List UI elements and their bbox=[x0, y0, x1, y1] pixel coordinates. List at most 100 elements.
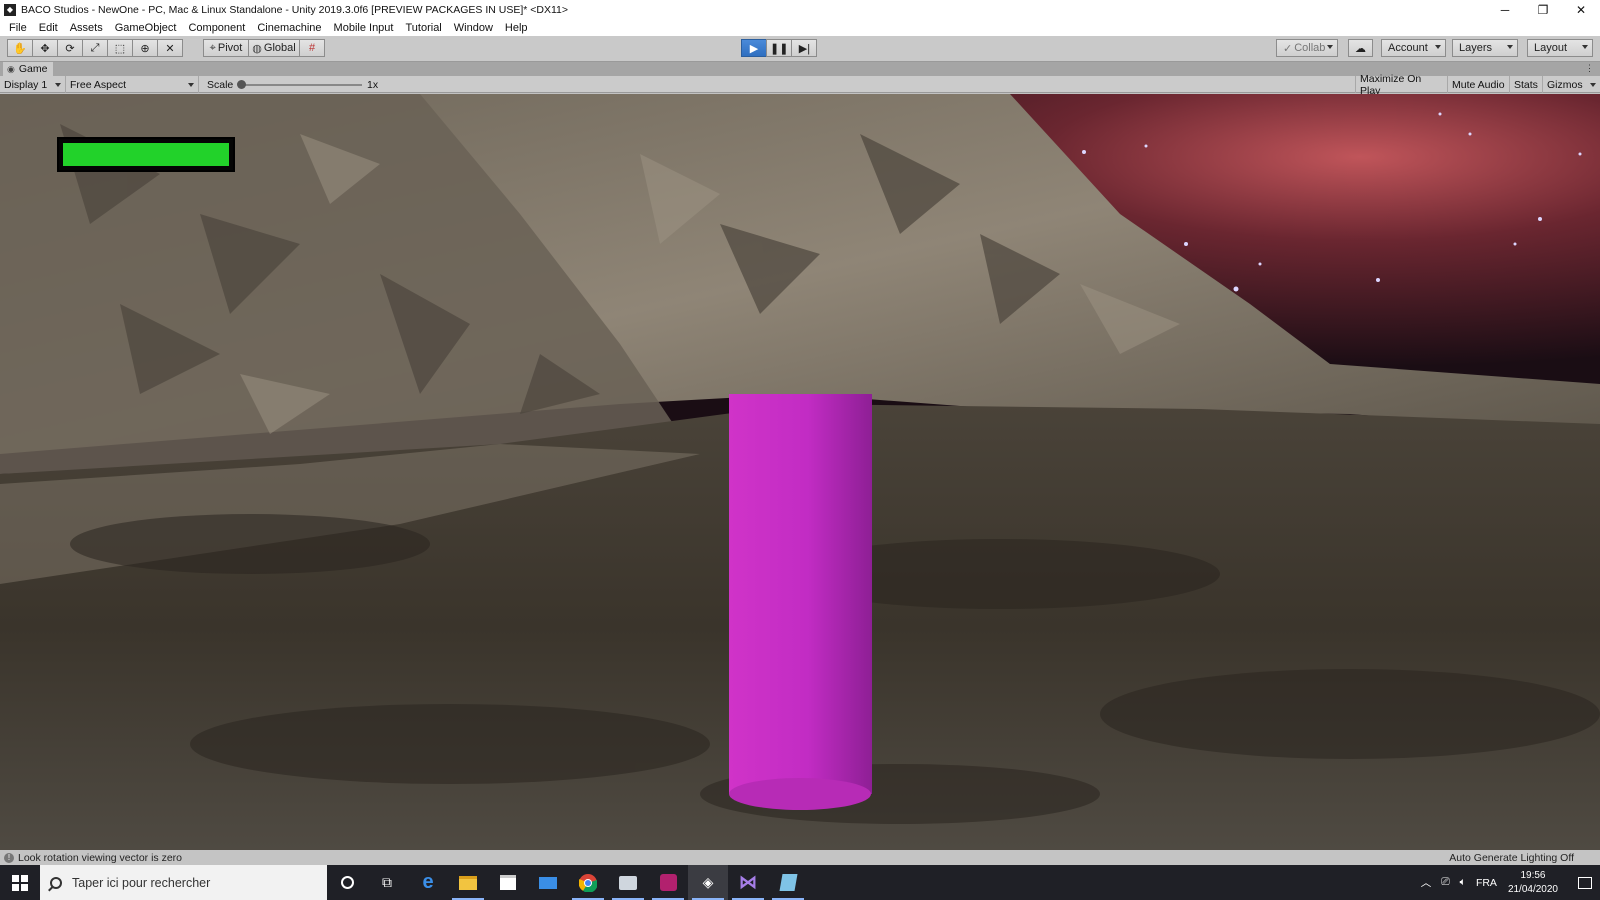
stats-toggle[interactable]: Stats bbox=[1510, 76, 1543, 93]
menu-edit[interactable]: Edit bbox=[33, 22, 64, 34]
mail-icon bbox=[539, 876, 557, 889]
scale-label: Scale bbox=[207, 78, 234, 91]
hand-tool-button[interactable]: ✋ bbox=[7, 39, 33, 57]
account-label: Account bbox=[1388, 42, 1428, 54]
info-icon: ! bbox=[4, 852, 14, 863]
game-viewport[interactable] bbox=[0, 94, 1600, 850]
close-button[interactable]: ✕ bbox=[1562, 0, 1600, 19]
layers-dropdown[interactable]: Layers bbox=[1452, 39, 1518, 57]
scale-slider[interactable] bbox=[240, 84, 362, 86]
start-button[interactable] bbox=[0, 865, 40, 900]
visual-studio-app[interactable]: ⋈ bbox=[728, 865, 768, 900]
account-dropdown[interactable]: Account bbox=[1381, 39, 1446, 57]
maximize-on-play-toggle[interactable]: Maximize On Play bbox=[1355, 73, 1448, 97]
menu-help[interactable]: Help bbox=[499, 22, 534, 34]
store-app[interactable] bbox=[488, 865, 528, 900]
aspect-label: Free Aspect bbox=[70, 78, 127, 91]
chevron-down-icon bbox=[1582, 45, 1588, 49]
tools-icon: ✕ bbox=[165, 42, 175, 55]
mute-audio-toggle[interactable]: Mute Audio bbox=[1448, 76, 1510, 93]
taskbar-search[interactable]: Taper ici pour rechercher bbox=[40, 865, 327, 900]
cloud-button[interactable]: ☁ bbox=[1348, 39, 1373, 57]
printer-app[interactable] bbox=[608, 865, 648, 900]
volume-icon[interactable]: 🔈︎ bbox=[1460, 876, 1466, 889]
rotate-tool-button[interactable]: ⟳ bbox=[57, 39, 83, 57]
play-button[interactable]: ▶ bbox=[741, 39, 767, 57]
layout-label: Layout bbox=[1534, 42, 1568, 54]
search-placeholder: Taper ici pour rechercher bbox=[72, 875, 211, 890]
game-view-toolbar: Display 1 Free Aspect Scale 1x Maximize … bbox=[0, 73, 1600, 97]
edge-app[interactable]: e bbox=[408, 865, 448, 900]
hand-icon: ✋ bbox=[13, 42, 27, 55]
player-cylinder bbox=[729, 394, 872, 794]
menu-window[interactable]: Window bbox=[448, 22, 499, 34]
status-bar: ! Look rotation viewing vector is zero A… bbox=[0, 850, 1600, 865]
more-options-icon[interactable]: ⋮ bbox=[1585, 63, 1594, 74]
display-dropdown[interactable]: Display 1 bbox=[0, 76, 66, 93]
layout-dropdown[interactable]: Layout bbox=[1527, 39, 1593, 57]
rect-tool-button[interactable]: ⬚ bbox=[107, 39, 133, 57]
cortana-button[interactable] bbox=[327, 865, 367, 900]
console-message[interactable]: Look rotation viewing vector is zero bbox=[18, 852, 182, 864]
scale-tool-button[interactable]: ⤢ bbox=[82, 39, 108, 57]
clock[interactable]: 19:56 21/04/2020 bbox=[1508, 869, 1558, 897]
search-icon bbox=[50, 876, 62, 889]
chevron-down-icon bbox=[1507, 45, 1513, 49]
cloud-icon: ☁ bbox=[1355, 42, 1366, 55]
task-view-icon: ⧉ bbox=[382, 874, 392, 890]
network-icon[interactable]: ⎚ bbox=[1441, 876, 1449, 889]
minimize-button[interactable]: ─ bbox=[1486, 0, 1524, 19]
unity-app[interactable]: ◈ bbox=[688, 865, 728, 900]
scale-value: 1x bbox=[367, 78, 379, 91]
menu-file[interactable]: File bbox=[3, 22, 33, 34]
health-bar-fill bbox=[63, 143, 229, 166]
chrome-app[interactable] bbox=[568, 865, 608, 900]
snap-button[interactable]: # bbox=[299, 39, 325, 57]
transform-tool-button[interactable]: ⊕ bbox=[132, 39, 158, 57]
menu-gameobject[interactable]: GameObject bbox=[109, 22, 183, 34]
restore-button[interactable]: ❐ bbox=[1524, 0, 1562, 19]
move-tool-button[interactable]: ✥ bbox=[32, 39, 58, 57]
transform-icon: ⊕ bbox=[140, 42, 150, 55]
notes-icon bbox=[779, 874, 797, 891]
media-icon bbox=[659, 874, 677, 891]
scale-slider-knob[interactable] bbox=[237, 80, 246, 89]
menu-assets[interactable]: Assets bbox=[64, 22, 109, 34]
media-app[interactable] bbox=[648, 865, 688, 900]
file-explorer-app[interactable] bbox=[448, 865, 488, 900]
chrome-icon bbox=[579, 873, 597, 892]
windows-taskbar: Taper ici pour rechercher ⧉ e ◈ ⋈ ︿ ⎚ 🔈︎… bbox=[0, 865, 1600, 900]
globe-icon: ◍ bbox=[252, 42, 262, 55]
play-icon: ▶ bbox=[749, 42, 759, 55]
pivot-toggle[interactable]: ⌖ Pivot bbox=[203, 39, 249, 57]
global-label: Global bbox=[263, 42, 296, 54]
edge-icon: e bbox=[422, 871, 434, 893]
gizmos-label: Gizmos bbox=[1547, 78, 1583, 91]
window-title: BACO Studios - NewOne - PC, Mac & Linux … bbox=[21, 3, 569, 16]
pause-button[interactable]: ❚❚ bbox=[766, 39, 793, 57]
menu-tutorial[interactable]: Tutorial bbox=[399, 22, 447, 34]
menu-bar: File Edit Assets GameObject Component Ci… bbox=[0, 19, 1600, 36]
aspect-dropdown[interactable]: Free Aspect bbox=[66, 76, 199, 93]
menu-mobile-input[interactable]: Mobile Input bbox=[328, 22, 400, 34]
menu-component[interactable]: Component bbox=[182, 22, 251, 34]
collab-dropdown[interactable]: ✓ Collab bbox=[1276, 39, 1338, 57]
check-icon: ✓ bbox=[1283, 42, 1293, 55]
grid-snap-icon: # bbox=[308, 42, 316, 54]
system-tray: ︿ ⎚ 🔈︎ FRA 19:56 21/04/2020 bbox=[1416, 865, 1600, 900]
visual-studio-icon: ⋈ bbox=[739, 872, 757, 892]
menu-cinemachine[interactable]: Cinemachine bbox=[251, 22, 327, 34]
mail-app[interactable] bbox=[528, 865, 568, 900]
gizmos-dropdown[interactable]: Gizmos bbox=[1543, 76, 1600, 93]
chevron-down-icon bbox=[1327, 45, 1333, 49]
tab-game[interactable]: ◉ Game bbox=[3, 62, 54, 76]
task-view-button[interactable]: ⧉ bbox=[367, 865, 407, 900]
language-indicator[interactable]: FRA bbox=[1476, 877, 1497, 889]
global-toggle[interactable]: ◍ Global bbox=[248, 39, 300, 57]
custom-tool-button[interactable]: ✕ bbox=[157, 39, 183, 57]
notes-app[interactable] bbox=[768, 865, 808, 900]
step-button[interactable]: ▶| bbox=[791, 39, 818, 57]
notification-button[interactable] bbox=[1570, 865, 1600, 900]
chevron-up-icon[interactable]: ︿ bbox=[1421, 875, 1432, 890]
title-bar: ◆ BACO Studios - NewOne - PC, Mac & Linu… bbox=[0, 0, 1600, 19]
